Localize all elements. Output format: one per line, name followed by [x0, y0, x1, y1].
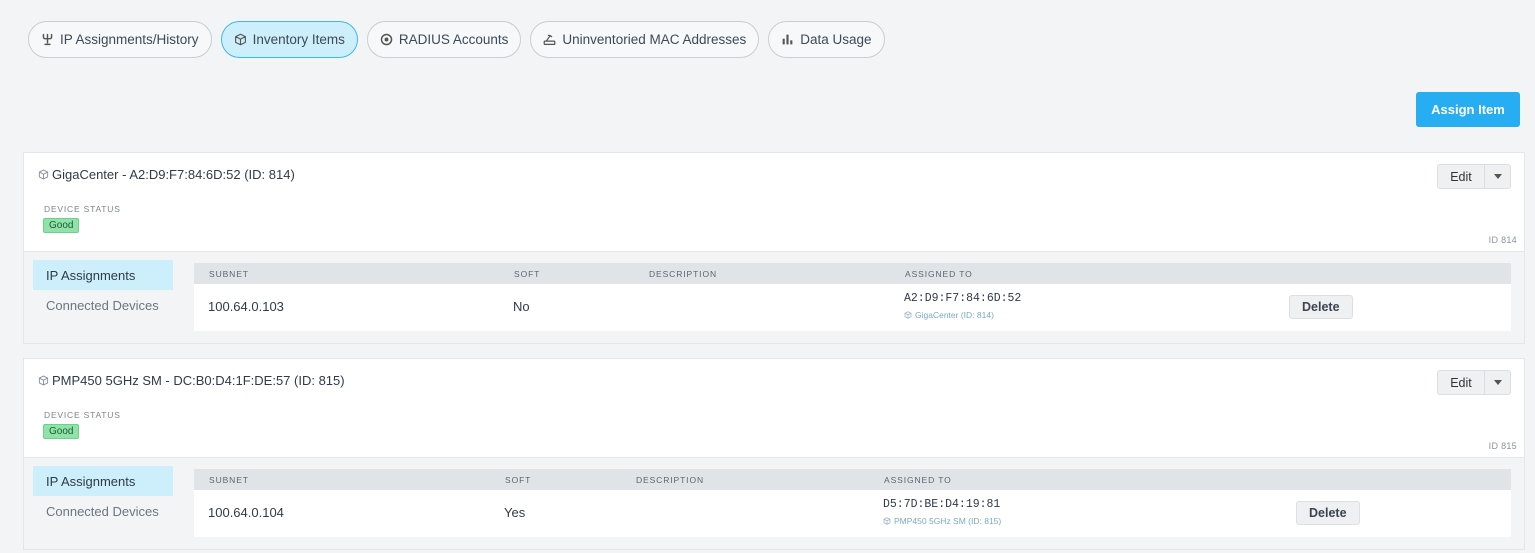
status-badge: Good — [43, 424, 80, 439]
item-title: GigaCenter - A2:D9:F7:84:6D:52 (ID: 814) — [38, 167, 295, 182]
target-icon — [380, 33, 393, 46]
tab-label: Inventory Items — [252, 32, 345, 47]
tab-uninventoried-mac-addresses[interactable]: Uninventoried MAC Addresses — [530, 21, 760, 58]
network-icon — [42, 33, 53, 46]
edit-dropdown-toggle[interactable] — [1485, 164, 1511, 189]
table-row: 100.64.0.103 No A2:D9:F7:84:6D:52 GigaCe… — [194, 284, 1511, 331]
box-icon — [234, 33, 246, 46]
assigned-device-link[interactable]: GigaCenter (ID: 814) — [904, 310, 994, 320]
column-header-soft: SOFT — [505, 475, 532, 485]
tab-data-usage[interactable]: Data Usage — [768, 21, 885, 58]
device-status-label: DEVICE STATUS — [44, 410, 121, 420]
table-row: 100.64.0.104 Yes D5:7D:BE:D4:19:81 PMP45… — [194, 490, 1511, 537]
soft-cell: Yes — [504, 505, 526, 520]
bar-chart-icon — [782, 34, 793, 45]
tab-label: IP Assignments/History — [60, 32, 199, 47]
chevron-down-icon — [1493, 174, 1502, 179]
inventory-item-card: PMP450 5GHz SM - DC:B0:D4:1F:DE:57 (ID: … — [23, 358, 1525, 550]
soft-cell: No — [513, 299, 530, 314]
card-body: IP Assignments Connected Devices SUBNET … — [24, 458, 1524, 549]
column-header-description: DESCRIPTION — [649, 269, 717, 279]
subnet-cell: 100.64.0.103 — [208, 299, 284, 314]
ip-assignments-table: SUBNET SOFT DESCRIPTION ASSIGNED TO 100.… — [194, 469, 1511, 537]
inventory-item-card: GigaCenter - A2:D9:F7:84:6D:52 (ID: 814)… — [23, 152, 1525, 344]
ip-assignments-table: SUBNET SOFT DESCRIPTION ASSIGNED TO 100.… — [194, 263, 1511, 331]
assigned-mac: D5:7D:BE:D4:19:81 — [883, 498, 1001, 511]
device-status-label: DEVICE STATUS — [44, 204, 121, 214]
column-header-description: DESCRIPTION — [636, 475, 704, 485]
assigned-device-link[interactable]: PMP450 5GHz SM (ID: 815) — [883, 516, 1001, 526]
assign-item-button[interactable]: Assign Item — [1416, 92, 1520, 127]
column-header-assigned-to: ASSIGNED TO — [905, 269, 973, 279]
edit-button[interactable]: Edit — [1437, 164, 1485, 189]
tab-label: Uninventoried MAC Addresses — [562, 32, 747, 47]
item-id-label: ID 815 — [1488, 441, 1517, 451]
tab-radius-accounts[interactable]: RADIUS Accounts — [366, 21, 522, 58]
chevron-down-icon — [1493, 380, 1502, 385]
edit-button-group: Edit — [1437, 164, 1511, 189]
edit-dropdown-toggle[interactable] — [1485, 370, 1511, 395]
box-icon — [904, 311, 912, 319]
side-tab-connected-devices[interactable]: Connected Devices — [33, 290, 173, 320]
edit-button-group: Edit — [1437, 370, 1511, 395]
status-badge: Good — [43, 218, 80, 233]
delete-button[interactable]: Delete — [1296, 501, 1360, 525]
column-header-subnet: SUBNET — [209, 269, 249, 279]
side-tab-connected-devices[interactable]: Connected Devices — [33, 496, 173, 526]
table-header: SUBNET SOFT DESCRIPTION ASSIGNED TO — [194, 469, 1511, 490]
tab-label: Data Usage — [800, 32, 872, 47]
column-header-soft: SOFT — [514, 269, 541, 279]
item-title: PMP450 5GHz SM - DC:B0:D4:1F:DE:57 (ID: … — [38, 373, 345, 388]
edit-button[interactable]: Edit — [1437, 370, 1485, 395]
card-body: IP Assignments Connected Devices SUBNET … — [24, 252, 1524, 343]
box-icon — [883, 517, 891, 525]
box-icon — [38, 169, 49, 180]
table-header: SUBNET SOFT DESCRIPTION ASSIGNED TO — [194, 263, 1511, 284]
item-title-text: PMP450 5GHz SM - DC:B0:D4:1F:DE:57 (ID: … — [52, 373, 345, 388]
assigned-device-text: GigaCenter (ID: 814) — [915, 310, 994, 320]
box-icon — [38, 375, 49, 386]
section-tabs: IP Assignments/History Inventory Items R… — [28, 21, 885, 58]
side-tab-ip-assignments[interactable]: IP Assignments — [33, 260, 173, 290]
assigned-mac: A2:D9:F7:84:6D:52 — [904, 292, 1022, 305]
tab-label: RADIUS Accounts — [398, 32, 509, 47]
side-tab-ip-assignments[interactable]: IP Assignments — [33, 466, 173, 496]
router-icon — [544, 34, 556, 45]
subnet-cell: 100.64.0.104 — [208, 505, 284, 520]
tab-inventory-items[interactable]: Inventory Items — [220, 21, 358, 58]
card-header: PMP450 5GHz SM - DC:B0:D4:1F:DE:57 (ID: … — [24, 359, 1524, 458]
tab-ip-assignments-history[interactable]: IP Assignments/History — [28, 21, 212, 58]
column-header-subnet: SUBNET — [209, 475, 249, 485]
card-header: GigaCenter - A2:D9:F7:84:6D:52 (ID: 814)… — [24, 153, 1524, 252]
delete-button[interactable]: Delete — [1289, 295, 1353, 319]
item-id-label: ID 814 — [1488, 235, 1517, 245]
column-header-assigned-to: ASSIGNED TO — [884, 475, 952, 485]
assigned-device-text: PMP450 5GHz SM (ID: 815) — [894, 516, 1002, 526]
item-title-text: GigaCenter - A2:D9:F7:84:6D:52 (ID: 814) — [52, 167, 295, 182]
